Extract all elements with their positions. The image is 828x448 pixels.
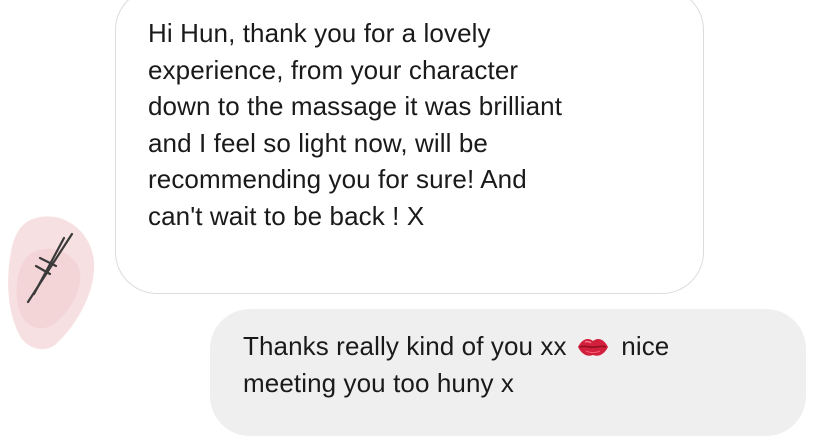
message-thread: Hi Hun, thank you for a lovely experienc… <box>0 0 828 448</box>
lips-kiss-icon <box>577 339 608 356</box>
outgoing-message-text: Thanks really kind of you xx nice meetin… <box>243 328 786 401</box>
outgoing-text-part-1: Thanks really kind of you xx <box>243 331 574 361</box>
incoming-message-bubble[interactable]: Hi Hun, thank you for a lovely experienc… <box>115 0 704 294</box>
outgoing-message-bubble[interactable]: Thanks really kind of you xx nice meetin… <box>210 309 806 436</box>
incoming-message-text: Hi Hun, thank you for a lovely experienc… <box>148 18 563 231</box>
sender-avatar[interactable] <box>6 214 98 354</box>
